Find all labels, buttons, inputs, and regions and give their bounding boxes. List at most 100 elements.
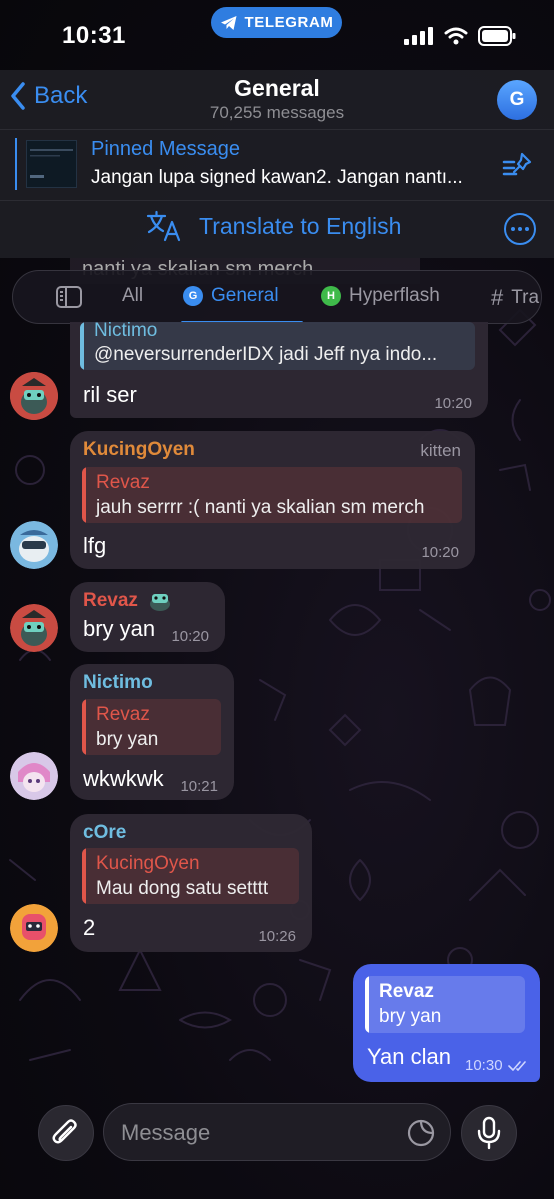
status-time: 10:31 [62, 22, 126, 49]
message-time: 10:20 [171, 628, 209, 645]
group-avatar-letter: G [509, 89, 525, 110]
divider [0, 200, 554, 201]
composer-bar: Message [0, 1090, 554, 1199]
tab-trading[interactable]: # Tra [491, 285, 539, 311]
tab-label: Hyperflash [349, 285, 440, 306]
message-input[interactable]: Message [103, 1103, 451, 1161]
sender-name[interactable]: Revaz [83, 590, 138, 612]
tab-all[interactable]: All [122, 285, 143, 307]
message-bubble[interactable]: Nictimo Revaz bry yan wkwkwk 10:21 [70, 664, 234, 800]
avatar[interactable] [10, 752, 58, 800]
avatar[interactable] [10, 604, 58, 652]
hyperflash-topic-icon: H [321, 286, 341, 306]
message-time: 10:21 [180, 778, 218, 795]
avatar-revaz-icon [10, 372, 58, 420]
reply-bar [365, 976, 369, 1033]
telegram-plane-icon [220, 15, 237, 30]
reply-bar [80, 322, 84, 370]
sender-tag: kitten [420, 441, 461, 460]
chat-title[interactable]: General [0, 75, 554, 102]
translate-label: Translate to English [199, 212, 402, 239]
message-count: 70,255 messages [209, 103, 345, 122]
pinned-indicator [15, 138, 17, 190]
telegram-app-pill[interactable]: TELEGRAM [211, 7, 342, 38]
dot-icon [518, 227, 522, 231]
reply-bar [82, 699, 86, 755]
app-pill-label: TELEGRAM [244, 14, 334, 31]
message-text: 2 [83, 915, 96, 940]
paperclip-icon [52, 1119, 77, 1144]
wifi-icon [444, 27, 468, 45]
sender-badge-icon [150, 594, 170, 611]
general-topic-icon: G [183, 286, 203, 306]
reply-text: bry yan [96, 729, 159, 750]
avatar-revaz-icon [10, 604, 58, 652]
message-placeholder: Message [121, 1120, 211, 1145]
avatar[interactable] [10, 904, 58, 952]
message-bubble[interactable]: cOre KucingOyen Mau dong satu setttt 2 1… [70, 814, 312, 952]
reply-author: Revaz [96, 704, 150, 725]
translate-icon [146, 210, 181, 242]
avatar-kucingoyen-icon [10, 521, 58, 569]
tab-general[interactable]: G General [183, 285, 279, 307]
reply-preview[interactable]: KucingOyen Mau dong satu setttt [82, 848, 299, 904]
chat-header: Back General 70,255 messages G Pinned Me… [0, 70, 554, 258]
read-checkmarks-icon [508, 1061, 526, 1071]
message-text: wkwkwk [83, 766, 164, 791]
message-time: 10:30 [465, 1057, 503, 1074]
sender-name[interactable]: cOre [83, 822, 126, 844]
dot-icon [525, 227, 529, 231]
message-bubble[interactable]: KucingOyen kitten Revaz jauh serrrr :( n… [70, 431, 475, 569]
reply-bar [82, 848, 86, 904]
avatar[interactable] [10, 372, 58, 420]
microphone-icon [477, 1116, 501, 1150]
pinned-thumbnail-image [30, 149, 73, 178]
reply-preview[interactable]: Revaz bry yan [365, 976, 525, 1033]
message-time: 10:20 [434, 395, 472, 412]
reply-author: Revaz [96, 472, 150, 493]
avatar-nictimo-icon [10, 752, 58, 800]
message-text: bry yan [83, 616, 156, 641]
message-bubble[interactable]: Revaz bry yan 10:20 [70, 582, 225, 652]
sender-name[interactable]: KucingOyen [83, 439, 195, 461]
reply-bar [82, 467, 86, 523]
avatar-core-icon [10, 904, 58, 952]
status-icons [404, 26, 516, 46]
reply-text: @neversurrenderIDX jadi Jeff nya indo... [94, 344, 438, 365]
sticker-icon [407, 1119, 435, 1147]
battery-icon [478, 26, 516, 46]
reply-preview[interactable]: Nictimo @neversurrenderIDX jadi Jeff nya… [80, 322, 475, 370]
pinned-thumbnail [26, 140, 77, 188]
voice-record-button[interactable] [461, 1105, 517, 1161]
pinned-list-icon[interactable] [502, 152, 532, 183]
pinned-title: Pinned Message [91, 138, 240, 160]
status-bar: 10:31 TELEGRAM [0, 0, 554, 70]
hash-icon: # [491, 285, 504, 310]
reply-author: KucingOyen [96, 853, 200, 874]
message-time: 10:20 [421, 544, 459, 561]
more-options-button[interactable] [504, 213, 536, 245]
message-text: ril ser [83, 382, 137, 407]
topic-tabs: All G General H Hyperflash # Tra [12, 270, 542, 324]
reply-text: bry yan [379, 1006, 442, 1027]
tab-label: Tra [511, 287, 540, 308]
reply-preview[interactable]: Revaz jauh serrrr :( nanti ya skalian sm… [82, 467, 462, 523]
outgoing-message-bubble[interactable]: Revaz bry yan Yan clan 10:30 [353, 964, 540, 1082]
attach-button[interactable] [38, 1105, 94, 1161]
message-bubble[interactable]: Nictimo @neversurrenderIDX jadi Jeff nya… [70, 322, 488, 418]
pinned-text: Jangan lupa signed kawan2. Jangan nantı.… [91, 167, 463, 188]
sender-name[interactable]: Nictimo [83, 672, 153, 694]
sticker-button[interactable] [406, 1118, 436, 1153]
avatar[interactable] [10, 521, 58, 569]
tab-label: General [211, 285, 279, 306]
tab-sidebar-toggle[interactable] [55, 285, 83, 309]
sidebar-icon [56, 286, 82, 308]
reply-author: Nictimo [94, 322, 158, 341]
group-avatar[interactable]: G [497, 80, 537, 120]
translate-button[interactable]: Translate to English [145, 210, 401, 242]
tab-hyperflash[interactable]: H Hyperflash [321, 285, 440, 307]
reply-text: Mau dong satu setttt [96, 878, 269, 899]
pinned-message-bar[interactable]: Pinned Message Jangan lupa signed kawan2… [0, 130, 554, 200]
reply-preview[interactable]: Revaz bry yan [82, 699, 221, 755]
reply-text: jauh serrrr :( nanti ya skalian sm merch [96, 497, 425, 518]
